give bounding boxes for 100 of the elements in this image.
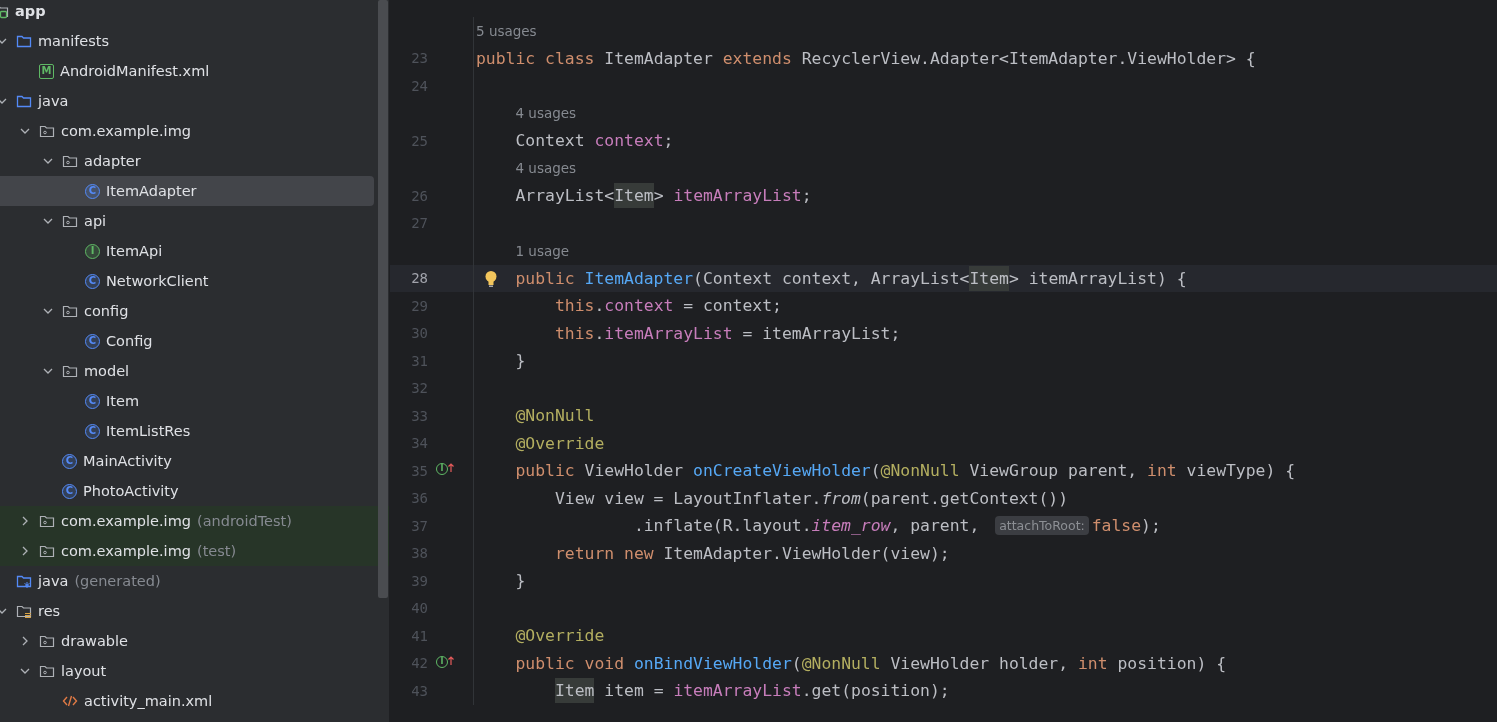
static-field: item_row (811, 516, 891, 536)
usages-hint[interactable]: 1 usage (515, 242, 570, 259)
tree-item[interactable]: drawable (0, 626, 374, 656)
code-text: ViewGroup parent, (969, 461, 1139, 481)
code-text: (parent.getContext()) (860, 488, 1069, 508)
tree-item[interactable]: model (0, 356, 374, 386)
line-number: 35 (410, 462, 428, 479)
code-text: viewType) { (1186, 461, 1296, 481)
chevron-down-icon[interactable] (43, 216, 53, 226)
parameter-hint: attachToRoot: (995, 516, 1089, 536)
code-text: .get(position); (801, 681, 950, 701)
resource-folder-icon (16, 603, 32, 619)
scope-hint: (test) (196, 543, 237, 559)
package-folder-icon (62, 153, 78, 169)
field-name: itemArrayList (604, 323, 733, 343)
tree-item[interactable]: com.example.img (test) (0, 536, 389, 566)
package-folder-icon (39, 123, 55, 139)
code-text: ( (791, 653, 802, 673)
chevron-down-icon[interactable] (0, 96, 7, 106)
keyword: this (554, 296, 595, 316)
code-text: } (515, 571, 526, 591)
code-text: > itemArrayList) { (1008, 268, 1187, 288)
line-number: 27 (410, 215, 428, 232)
line-number: 40 (410, 600, 428, 617)
chevron-down-icon[interactable] (20, 126, 30, 136)
tree-item[interactable]: C ItemListRes (0, 416, 374, 446)
tree-item[interactable]: C PhotoActivity (0, 476, 374, 506)
scrollbar-thumb[interactable] (378, 0, 388, 598)
chevron-down-icon[interactable] (43, 306, 53, 316)
keyword: int (1077, 653, 1109, 673)
chevron-right-icon[interactable] (20, 546, 30, 556)
class-icon: C (85, 273, 100, 289)
line-number: 38 (410, 545, 428, 562)
package-folder-icon (62, 363, 78, 379)
tree-item[interactable]: com.example.img (0, 116, 374, 146)
tree-item[interactable]: config (0, 296, 374, 326)
line-number: 37 (410, 517, 428, 534)
scope-hint: (generated) (74, 573, 161, 589)
chevron-right-icon[interactable] (20, 636, 30, 646)
chevron-down-icon[interactable] (43, 156, 53, 166)
code-text: RecyclerView.Adapter<ItemAdapter.ViewHolder> { (801, 48, 1256, 68)
code-text: = itemArrayList; (741, 323, 901, 343)
field-name: itemArrayList (673, 681, 802, 701)
line-number: 29 (410, 297, 428, 314)
keyword: int (1147, 461, 1178, 481)
tree-item[interactable]: api (0, 206, 374, 236)
tree-item[interactable]: C ItemAdapter (0, 176, 374, 206)
keyword: public (515, 268, 576, 288)
tree-item[interactable]: java (0, 86, 374, 116)
code-text: position) { (1117, 653, 1226, 673)
tree-item[interactable]: manifests (0, 26, 374, 56)
tree-item[interactable]: java (generated) (0, 566, 374, 596)
annotation: @NonNull (801, 653, 882, 673)
line-number: 41 (410, 627, 428, 644)
tree-item[interactable]: C NetworkClient (0, 266, 374, 296)
line-number: 25 (410, 132, 428, 149)
usages-hint[interactable]: 5 usages (476, 22, 537, 39)
tree-item[interactable]: com.example.img (androidTest) (0, 506, 389, 536)
code-text: = context; (682, 296, 782, 316)
class-icon: C (85, 183, 100, 199)
generated-folder-icon (16, 573, 32, 589)
field-name: context (604, 296, 674, 316)
chevron-right-icon[interactable] (20, 516, 30, 526)
code-text: (Context context, ArrayList< (693, 268, 970, 288)
method-name: onBindViewHolder (633, 653, 792, 673)
line-number: 31 (410, 352, 428, 369)
line-number: 36 (410, 490, 428, 507)
package-folder-icon (39, 513, 55, 529)
tree-item[interactable]: adapter (0, 146, 374, 176)
method-name: ItemAdapter (584, 268, 694, 288)
line-number: 34 (410, 435, 428, 452)
class-icon: C (85, 423, 100, 439)
code-text: ArrayList< (515, 186, 615, 206)
code-text: ViewHolder holder, (890, 653, 1070, 673)
code-text: ( (870, 461, 881, 481)
usages-hint[interactable]: 4 usages (515, 105, 577, 122)
chevron-down-icon[interactable] (43, 366, 53, 376)
line-number: 42 (410, 655, 428, 672)
tree-item[interactable]: res (0, 596, 374, 626)
keyword: public (515, 461, 576, 481)
usages-hint[interactable]: 4 usages (515, 160, 577, 177)
line-number: 24 (410, 77, 428, 94)
highlighted-reference: Item (554, 678, 595, 704)
tree-item[interactable]: C Config (0, 326, 374, 356)
tree-item[interactable]: activity_main.xml (0, 686, 374, 716)
chevron-down-icon[interactable] (0, 606, 7, 616)
tree-item[interactable]: layout (0, 656, 374, 686)
tree-item[interactable]: C MainActivity (0, 446, 374, 476)
chevron-down-icon[interactable] (20, 666, 30, 676)
keyword: public class (476, 48, 596, 68)
tree-item[interactable]: M AndroidManifest.xml (0, 56, 374, 86)
interface-icon: I (85, 243, 100, 259)
line-number: 39 (410, 572, 428, 589)
tree-item[interactable]: I ItemApi (0, 236, 374, 266)
tree-item[interactable]: C Item (0, 386, 374, 416)
chevron-down-icon[interactable] (0, 36, 7, 46)
lightbulb-icon[interactable] (484, 269, 498, 288)
tree-item[interactable]: app (0, 0, 374, 26)
keyword: false (1091, 516, 1142, 536)
package-folder-icon (39, 633, 55, 649)
